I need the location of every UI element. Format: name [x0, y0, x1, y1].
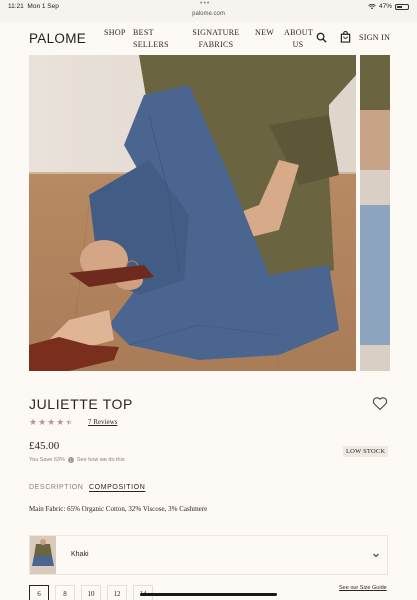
status-indicators: 47%: [368, 3, 409, 10]
nav-item-signature-fabrics[interactable]: SIGNATURE FABRICS: [191, 27, 241, 51]
product-price: £45.00: [29, 440, 60, 452]
site-header: PALOME SHOP BEST SELLERS SIGNATURE FABRI…: [0, 22, 417, 54]
star-icon: ★: [56, 417, 65, 427]
chevron-down-icon: [373, 553, 379, 558]
color-name: Khaki: [71, 551, 89, 558]
savings-note: You Save 63% i See how we do this: [29, 457, 125, 463]
tab-overflow-dots[interactable]: •••: [200, 0, 210, 7]
size-options: 6 8 10 12 14: [29, 585, 153, 600]
star-icon: ★: [47, 417, 56, 427]
wifi-icon: [368, 3, 376, 9]
shopping-bag-icon[interactable]: [340, 31, 351, 43]
nav-item-new[interactable]: NEW: [255, 27, 274, 39]
nav-item-shop[interactable]: SHOP: [104, 27, 126, 39]
battery-percent: 47%: [378, 3, 392, 10]
stock-badge: LOW STOCK: [343, 446, 389, 457]
half-star-icon: ★: [65, 417, 74, 427]
tab-description[interactable]: DESCRIPTION: [29, 484, 83, 491]
size-option[interactable]: 10: [81, 585, 101, 600]
status-time: 11:21 Mon 1 Sep: [8, 3, 59, 10]
product-image[interactable]: [29, 55, 356, 371]
size-guide-link[interactable]: See our Size Guide: [339, 585, 387, 591]
savings-link[interactable]: See how we do this: [77, 457, 125, 463]
wishlist-heart-icon[interactable]: [372, 396, 388, 411]
site-logo[interactable]: PALOME: [29, 31, 86, 46]
size-option[interactable]: 8: [55, 585, 75, 600]
star-icon: ★: [29, 417, 38, 427]
size-option[interactable]: 12: [107, 585, 127, 600]
composition-text: Main Fabric: 65% Organic Cotton, 32% Vis…: [29, 505, 208, 513]
battery-icon: [395, 3, 409, 10]
nav-item-about-us[interactable]: ABOUT US: [284, 27, 313, 51]
star-icon: ★: [38, 417, 47, 427]
next-photo: [360, 55, 390, 371]
search-icon[interactable]: [316, 32, 327, 43]
color-selector[interactable]: Khaki: [29, 535, 388, 575]
tab-composition[interactable]: COMPOSITION: [89, 484, 145, 491]
status-bar: 11:21 Mon 1 Sep ••• palome.com 47%: [0, 0, 417, 22]
sign-in-link[interactable]: SIGN IN: [359, 33, 390, 42]
next-product-image[interactable]: [360, 55, 390, 371]
product-photo: [29, 55, 356, 371]
savings-text: You Save 63%: [29, 457, 65, 463]
info-icon[interactable]: i: [67, 457, 74, 463]
nav-item-best-sellers[interactable]: BEST SELLERS: [133, 27, 177, 51]
address-bar-url[interactable]: palome.com: [0, 11, 417, 17]
product-title: JULIETTE TOP: [29, 396, 133, 412]
size-option[interactable]: 6: [29, 585, 49, 600]
rating-stars: ★ ★ ★ ★ ★: [29, 417, 73, 427]
home-indicator[interactable]: [140, 593, 277, 596]
reviews-link[interactable]: 7 Reviews: [88, 418, 117, 426]
color-swatch-image: [30, 536, 56, 574]
